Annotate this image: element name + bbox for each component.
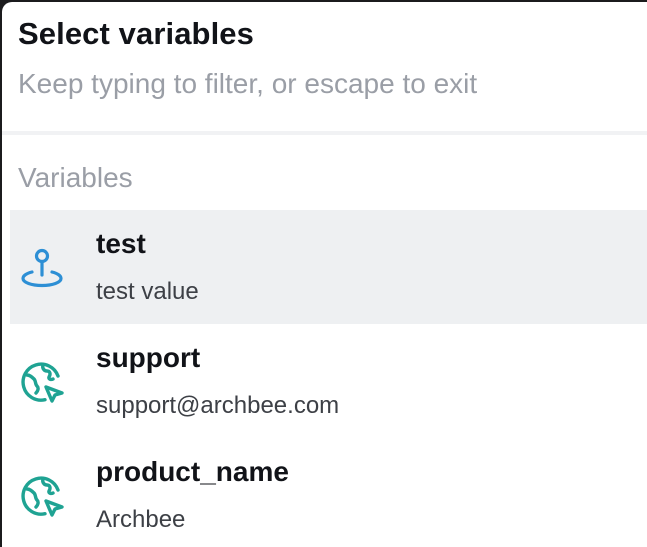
variable-name: test <box>96 228 146 259</box>
picker-header: Select variables Keep typing to filter, … <box>2 2 647 132</box>
variable-value: Archbee <box>96 506 186 533</box>
globe-icon <box>21 476 64 517</box>
map-pin-icon <box>21 248 63 288</box>
globe-icon <box>21 362 64 403</box>
variable-picker-panel: Select variables Keep typing to filter, … <box>2 2 647 547</box>
variable-item-test[interactable]: test test value <box>10 210 647 324</box>
variable-item-support[interactable]: support support@archbee.com <box>10 324 647 438</box>
header-divider <box>2 131 647 135</box>
picker-hint: Keep typing to filter, or escape to exit <box>18 68 478 99</box>
variable-name: support <box>96 342 201 373</box>
variable-value: support@archbee.com <box>96 392 340 419</box>
variables-section-label: Variables <box>18 162 133 193</box>
variable-item-product-name[interactable]: product_name Archbee <box>10 438 647 547</box>
picker-title: Select variables <box>18 16 254 51</box>
variable-value: test value <box>96 278 199 305</box>
variable-name: product_name <box>96 456 289 487</box>
